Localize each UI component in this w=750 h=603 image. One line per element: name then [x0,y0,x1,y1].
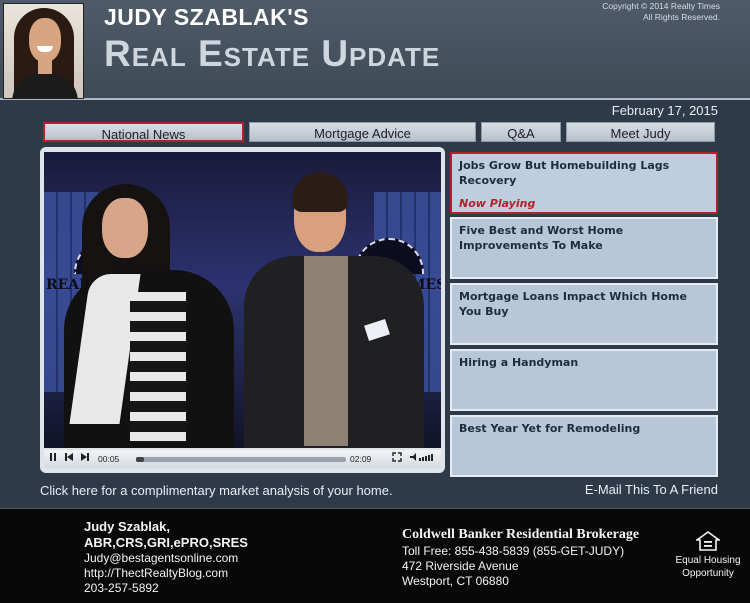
video-frame[interactable]: REALT MES [44,152,441,448]
agent-credentials: ABR,CRS,GRI,ePRO,SRES [84,535,248,550]
presenter-man-hair [292,172,348,212]
copyright-line: Copyright © 2014 Realty Times [602,1,720,11]
presenter-man-shirt [304,256,348,446]
publish-date: February 17, 2015 [611,103,718,118]
skip-forward-icon[interactable] [78,452,92,466]
fullscreen-icon[interactable] [390,452,404,466]
playlist-item-title: Hiring a Handyman [459,356,579,369]
broker-name: Coldwell Banker Residential Brokerage [402,527,640,542]
copyright-line: All Rights Reserved. [642,12,720,22]
broker-address-line: 472 Riverside Avenue [402,559,519,573]
agent-name-heading: JUDY SZABLAK'S [104,4,310,30]
playlist-item-title: Best Year Yet for Remodeling [459,422,641,435]
equal-housing-badge: Equal Housing Opportunity [670,531,746,580]
page-title: Real Estate Update [104,33,441,74]
tab-national-news[interactable]: National News [43,122,244,142]
presenter-woman-face [102,198,148,258]
progress-fill [136,457,145,462]
playlist-item[interactable]: Mortgage Loans Impact Which Home You Buy [450,283,718,345]
playlist-item-title: Mortgage Loans Impact Which Home You Buy [459,290,687,318]
playlist-item-title: Five Best and Worst Home Improvements To… [459,224,624,252]
time-duration: 02:09 [350,454,372,464]
tab-mortgage-advice[interactable]: Mortgage Advice [249,122,476,142]
equal-housing-text: Opportunity [682,568,734,579]
email-friend-link[interactable]: E-Mail This To A Friend [585,482,718,497]
playlist-item[interactable]: Jobs Grow But Homebuilding Lags Recovery… [450,152,718,214]
video-player: REALT MES 00:05 02:09 [40,147,445,473]
agent-contact: Judy Szablak, ABR,CRS,GRI,ePRO,SRES Judy… [84,519,248,596]
header: JUDY SZABLAK'S Real Estate Update Copyri… [0,0,750,100]
playlist-item[interactable]: Best Year Yet for Remodeling [450,415,718,477]
market-analysis-link[interactable]: Click here for a complimentary market an… [40,483,393,498]
skip-back-icon[interactable] [62,452,76,466]
presenter-woman-shirt [130,292,186,442]
tab-meet-judy[interactable]: Meet Judy [566,122,715,142]
footer: Judy Szablak, ABR,CRS,GRI,ePRO,SRES Judy… [0,508,750,603]
broker-info: Coldwell Banker Residential Brokerage To… [402,526,639,589]
playlist-item[interactable]: Hiring a Handyman [450,349,718,411]
agent-email-link[interactable]: Judy@bestagentsonline.com [84,551,248,566]
time-elapsed: 00:05 [98,454,120,464]
playlist-item[interactable]: Five Best and Worst Home Improvements To… [450,217,718,279]
agent-photo [3,3,84,99]
player-controls: 00:05 02:09 [44,450,441,468]
agent-name: Judy Szablak, [84,519,170,534]
tab-qa[interactable]: Q&A [481,122,561,142]
volume-icon[interactable] [408,452,438,466]
copyright-notice: Copyright © 2014 Realty Times All Rights… [540,1,720,23]
pause-icon[interactable] [46,452,60,466]
agent-phone: 203-257-5892 [84,581,159,595]
playlist-item-title: Jobs Grow But Homebuilding Lags Recovery [459,159,670,187]
equal-housing-icon [696,531,720,551]
equal-housing-text: Equal Housing [675,555,741,566]
agent-blog-link[interactable]: http://ThectRealtyBlog.com [84,566,248,581]
broker-address-line: Westport, CT 06880 [402,574,509,588]
now-playing-label: Now Playing [459,197,536,210]
broker-toll-free: Toll Free: 855-438-5839 (855-GET-JUDY) [402,544,625,558]
progress-bar[interactable] [136,457,346,462]
